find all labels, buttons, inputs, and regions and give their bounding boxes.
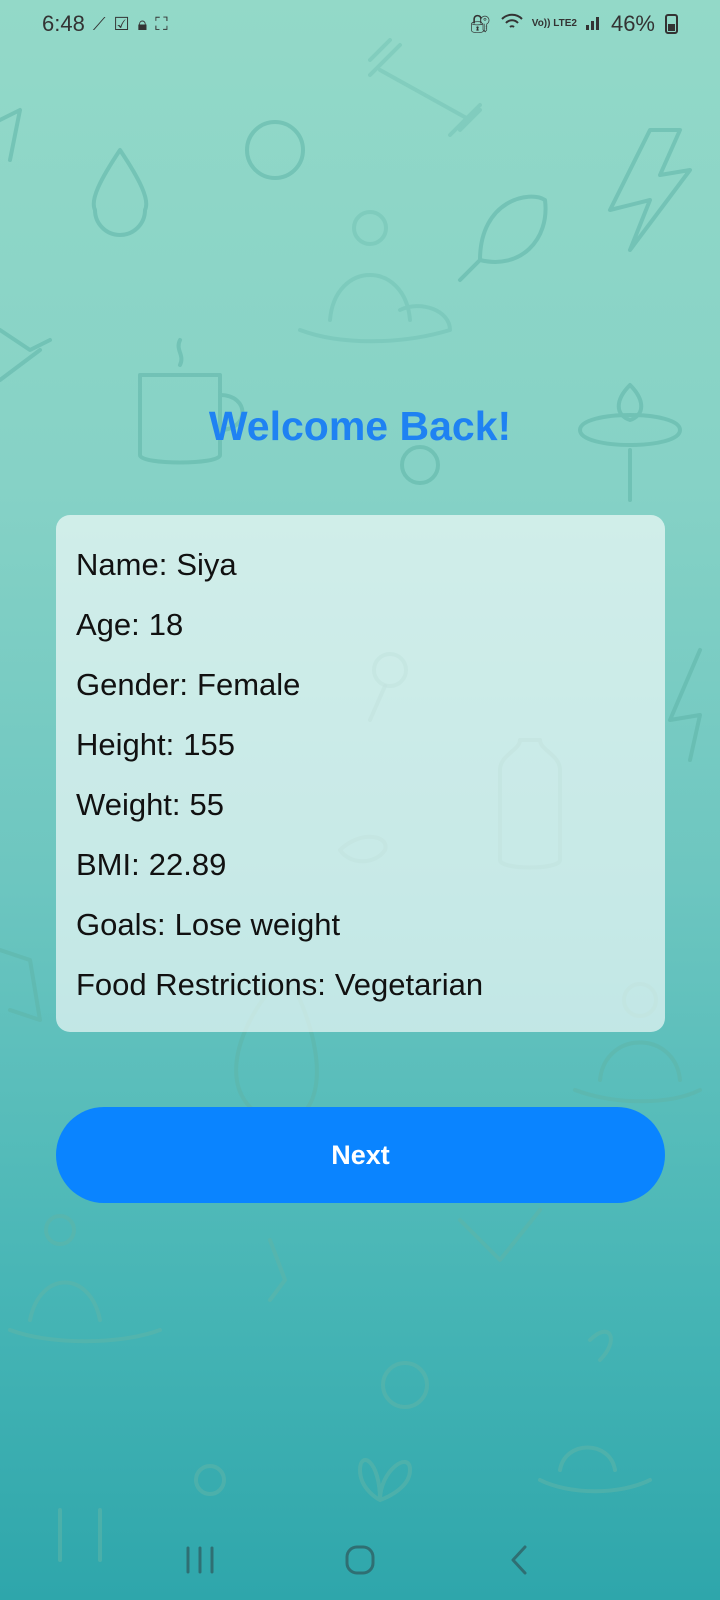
profile-row-food-restrictions: Food Restrictions: Vegetarian	[76, 955, 645, 1015]
recents-button[interactable]	[170, 1535, 230, 1585]
profile-row-weight: Weight: 55	[76, 775, 645, 835]
profile-card: Name: Siya Age: 18 Gender: Female Height: 15…	[56, 515, 665, 1032]
screenshot-icon: ⛶	[155, 13, 168, 34]
signal-icon	[585, 13, 603, 36]
profile-label: Weight:	[76, 787, 181, 822]
status-time: 6:48	[42, 11, 85, 36]
wifi-icon	[500, 13, 524, 36]
circle-doodle	[245, 120, 305, 180]
profile-label: BMI:	[76, 847, 140, 882]
profile-value: Siya	[176, 547, 237, 582]
profile-value: 22.89	[148, 847, 227, 882]
profile-label: Food Restrictions:	[76, 967, 326, 1002]
battery-icon	[665, 14, 678, 34]
profile-value: Female	[197, 667, 301, 702]
profile-label: Gender:	[76, 667, 189, 702]
profile-value: 155	[183, 727, 235, 762]
profile-label: Height:	[76, 727, 175, 762]
recents-icon	[186, 1546, 214, 1574]
drop-doodle	[91, 148, 149, 237]
profile-label: Age:	[76, 607, 140, 642]
vpn-icon: 🔐︎	[468, 13, 492, 34]
profile-label: Name:	[76, 547, 168, 582]
status-left: 6:48 ⟋ ☑ 🔒︎ ⛶	[42, 11, 168, 37]
profile-value: 55	[189, 787, 225, 822]
leaf-doodle	[458, 194, 548, 282]
home-button[interactable]	[330, 1535, 390, 1585]
profile-value: Lose weight	[174, 907, 341, 942]
profile-row-name: Name: Siya	[76, 535, 645, 595]
back-button[interactable]	[490, 1535, 550, 1585]
dumbbell-doodle	[368, 38, 482, 137]
profile-label: Goals:	[76, 907, 166, 942]
checkbox-icon: ☑	[113, 13, 130, 34]
network-label: Vo)) LTE2	[531, 18, 577, 29]
yoga-doodle	[298, 210, 452, 344]
lightning-doodle	[608, 128, 692, 252]
status-right: 🔐︎ Vo)) LTE2 46%	[469, 11, 678, 37]
next-button[interactable]: Next	[56, 1107, 665, 1203]
navigation-bar	[0, 1520, 720, 1600]
profile-row-bmi: BMI: 22.89	[76, 835, 645, 895]
profile-row-age: Age: 18	[76, 595, 645, 655]
profile-row-goals: Goals: Lose weight	[76, 895, 645, 955]
battery-percentage: 46%	[610, 11, 655, 36]
page-title: Welcome Back!	[208, 403, 512, 449]
profile-row-height: Height: 155	[76, 715, 645, 775]
profile-row-gender: Gender: Female	[76, 655, 645, 715]
status-bar: 6:48 ⟋ ☑ 🔒︎ ⛶ 🔐︎ Vo)) LTE2 46%	[0, 0, 720, 48]
profile-value: Vegetarian	[334, 967, 484, 1002]
profile-value: 18	[148, 607, 184, 642]
magic-wand-icon: ⟋	[92, 13, 106, 34]
lock-icon: 🔒︎	[137, 13, 148, 34]
back-icon	[511, 1545, 527, 1575]
home-icon	[345, 1545, 375, 1575]
